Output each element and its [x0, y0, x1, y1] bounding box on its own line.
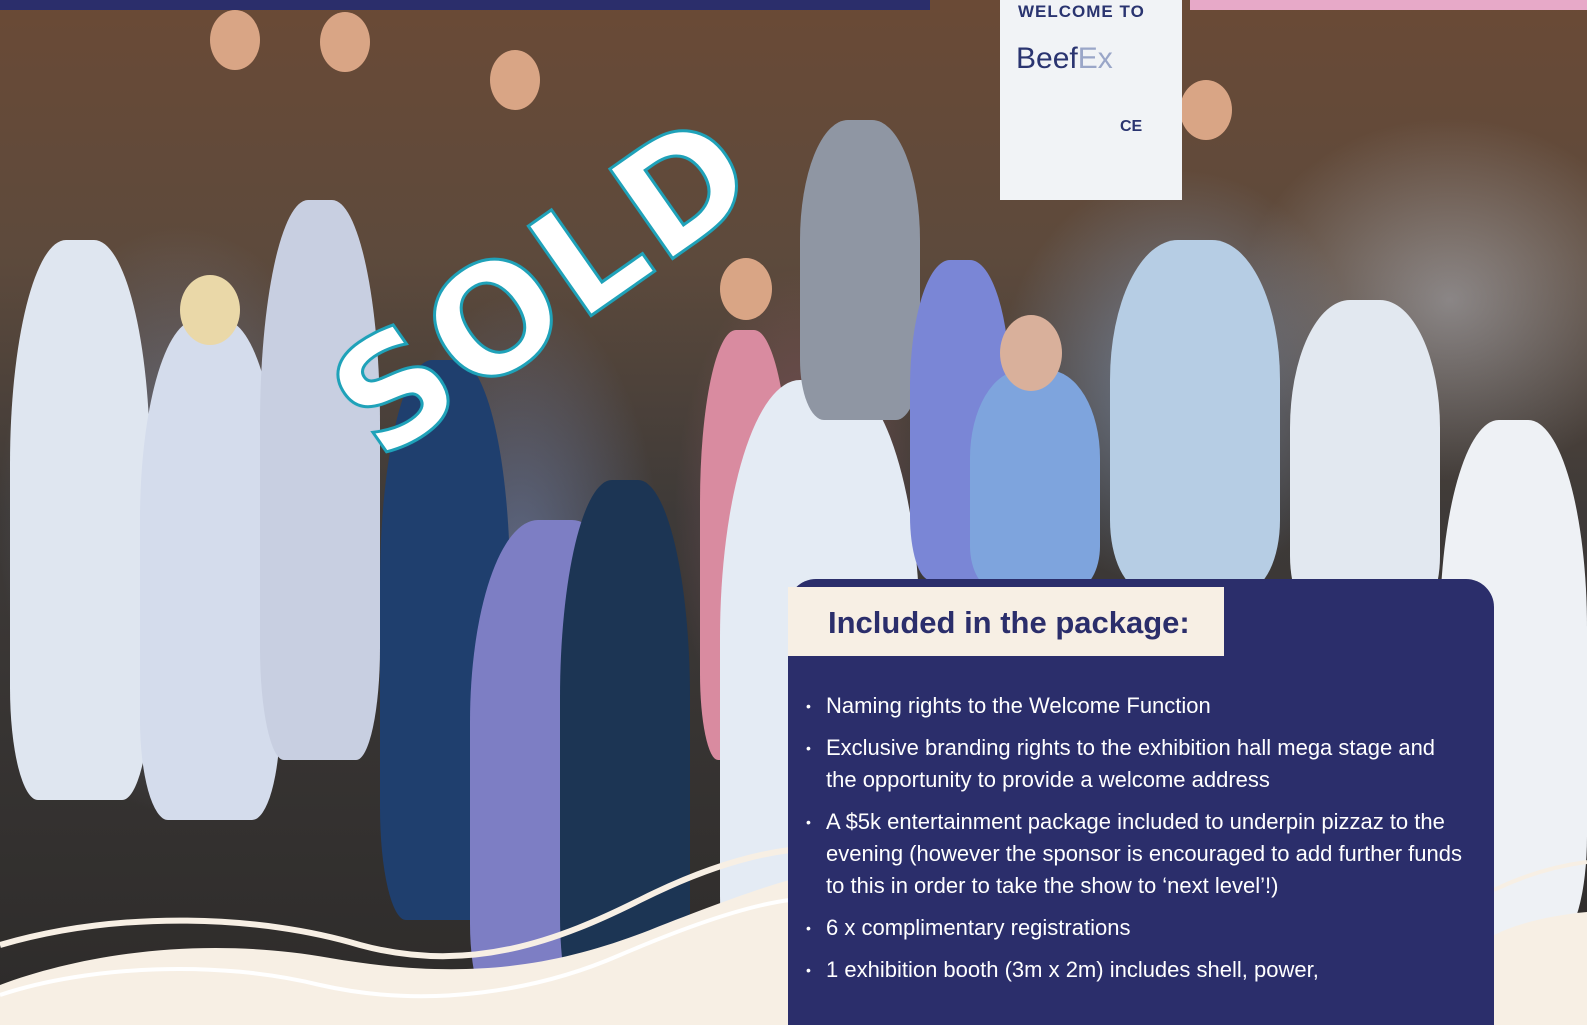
package-title-box: Included in the package:: [788, 587, 1224, 656]
wave-fill-right: [1494, 912, 1587, 1025]
list-item: Exclusive branding rights to the exhibit…: [806, 732, 1466, 796]
list-item: 1 exhibition booth (3m x 2m) includes sh…: [806, 954, 1466, 986]
package-list: Naming rights to the Welcome Function Ex…: [806, 690, 1466, 996]
list-item: A $5k entertainment package included to …: [806, 806, 1466, 902]
list-item: 6 x complimentary registrations: [806, 912, 1466, 944]
wave-line-right: [1493, 860, 1587, 892]
list-item: Naming rights to the Welcome Function: [806, 690, 1466, 722]
package-title: Included in the package:: [828, 605, 1190, 640]
